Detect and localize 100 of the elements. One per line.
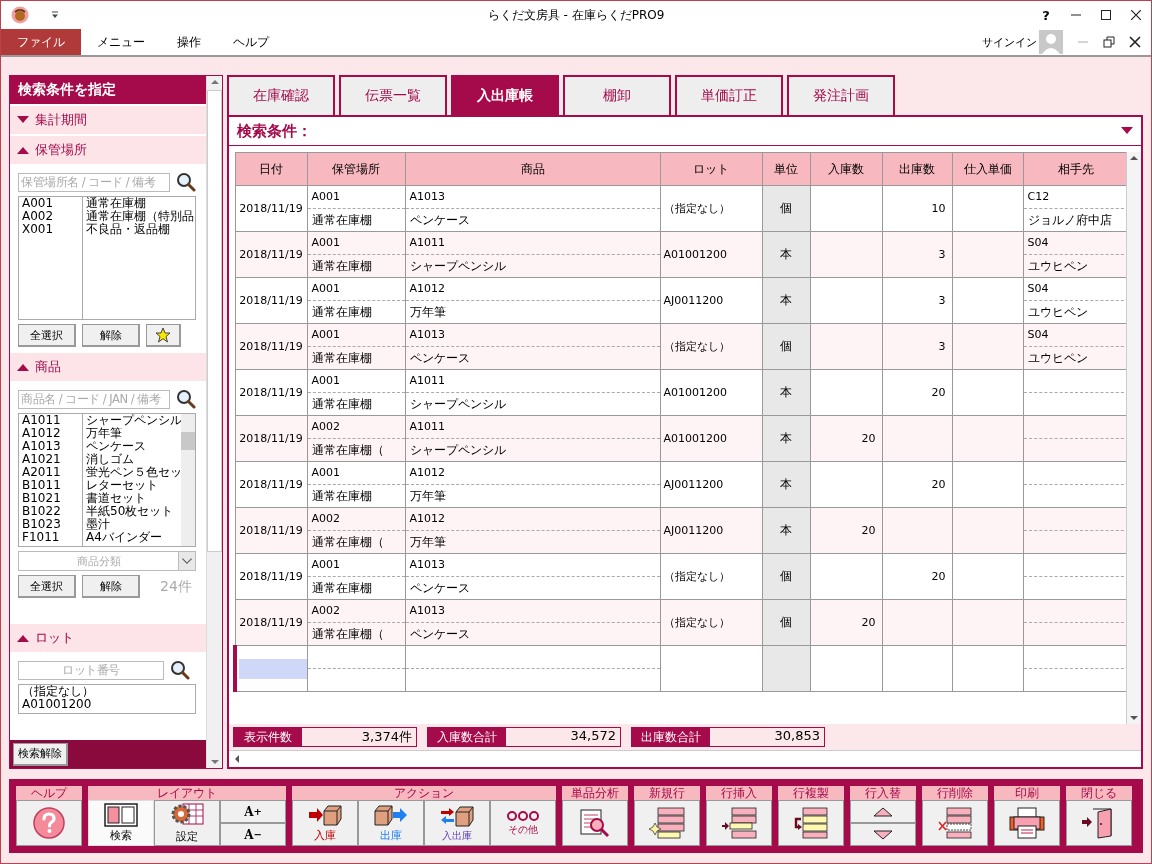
tab[interactable]: 棚卸	[563, 75, 671, 115]
lot-item[interactable]: A01001200	[22, 698, 195, 711]
toolbar-button[interactable]	[634, 800, 700, 846]
section-header[interactable]: 保管場所	[10, 136, 206, 164]
collapse-arrow-icon[interactable]	[17, 146, 29, 154]
table-row[interactable]: 2018/11/19 A001 通常在庫棚 A1011 シャープペンシル A01001200 本 3 S04 ユウヒペン	[235, 231, 1126, 278]
product-name[interactable]: 蛍光ペン５色セッ	[86, 466, 181, 479]
toolbar-button[interactable]: 入出庫	[424, 800, 490, 846]
list-button[interactable]: 全選択	[18, 324, 76, 347]
close-icon[interactable]	[1129, 36, 1141, 48]
product-code[interactable]: B1021	[22, 492, 82, 505]
product-code[interactable]: B1011	[22, 479, 82, 492]
lot-list[interactable]: （指定なし） A01001200	[18, 684, 196, 714]
move-up-button[interactable]	[850, 800, 916, 823]
toolbar-button[interactable]: 出庫	[358, 800, 424, 846]
menu-item[interactable]: メニュー	[81, 29, 161, 55]
column-header[interactable]: 出庫数	[882, 152, 952, 186]
move-down-button[interactable]	[850, 823, 916, 846]
table-row[interactable]: 2018/11/19 A002 通常在庫棚（ A1013 ペンケース （指定なし） 個 20	[235, 599, 1126, 646]
product-code[interactable]: A1013	[22, 440, 82, 453]
toolbar-button[interactable]	[922, 800, 988, 846]
list-button[interactable]: 解除	[82, 324, 140, 347]
column-header[interactable]: 保管場所	[307, 152, 405, 186]
list-button[interactable]: 全選択	[18, 575, 76, 598]
product-name[interactable]: 万年筆	[86, 427, 181, 440]
column-header[interactable]: 相手先	[1023, 152, 1126, 186]
product-name[interactable]: 半紙50枚セット	[86, 505, 181, 518]
table-row[interactable]: 2018/11/19 A002 通常在庫棚（ A1011 シャープペンシル A01001200 本 20	[235, 415, 1126, 462]
toolbar-button[interactable]	[1066, 800, 1132, 846]
product-code[interactable]: A1021	[22, 453, 82, 466]
tab[interactable]: 発注計画	[787, 75, 895, 115]
app-icon[interactable]	[11, 6, 29, 24]
menu-item[interactable]: ヘルプ	[217, 29, 285, 55]
toolbar-button[interactable]	[706, 800, 772, 846]
product-name[interactable]: ペンケース	[86, 440, 181, 453]
table-row[interactable]: 2018/11/19 A002 通常在庫棚（ A1012 万年筆 AJ0011200 本 20	[235, 507, 1126, 554]
table-row[interactable]: 2018/11/19 A001 通常在庫棚 A1011 シャープペンシル A01001200 本 20	[235, 369, 1126, 416]
toolbar-button[interactable]: 設定	[154, 800, 220, 846]
table-row[interactable]: 2018/11/19 A001 通常在庫棚 A1013 ペンケース （指定なし） 個 3 S04 ユウヒペン	[235, 323, 1126, 370]
location-name[interactable]: 通常在庫棚（特別品	[86, 210, 195, 223]
table-row[interactable]: 2018/11/19 A001 通常在庫棚 A1013 ペンケース （指定なし） 個 10 C12 ジョルノ府中店	[235, 185, 1126, 232]
search-field[interactable]: 商品名 / コード / JAN / 備考	[18, 389, 170, 409]
tab[interactable]: 単価訂正	[675, 75, 783, 115]
location-code[interactable]: A001	[22, 197, 82, 210]
list-scrollbar[interactable]	[181, 414, 195, 546]
collapse-arrow-icon[interactable]	[17, 363, 29, 371]
location-code[interactable]: X001	[22, 223, 82, 236]
list-button[interactable]: 解除	[82, 575, 140, 598]
location-code[interactable]: A002	[22, 210, 82, 223]
lot-item[interactable]: （指定なし）	[22, 685, 195, 698]
tab[interactable]: 伝票一覧	[339, 75, 447, 115]
toolbar-button[interactable]: 検索	[88, 800, 154, 846]
product-list[interactable]: A1011 A1012 A1013 A1021 A2011 B1011 B1021 B1022 B1023 F1011 シャープペンシル 万年筆 ペンケース 消しゴム 蛍光ペン５色セッ レターセット 書道セット 半紙50枚セット 墨汁 A4バインダー	[18, 413, 196, 547]
column-header[interactable]: 単位	[762, 152, 810, 186]
product-name[interactable]: 墨汁	[86, 518, 181, 531]
toolbar-button[interactable]: 入庫	[292, 800, 358, 846]
restore-icon[interactable]	[1103, 36, 1115, 48]
search-field[interactable]: 保管場所名 / コード / 備考	[18, 172, 170, 192]
product-name[interactable]: シャープペンシル	[86, 414, 181, 427]
menu-item[interactable]: 操作	[161, 29, 217, 55]
product-code[interactable]: A1012	[22, 427, 82, 440]
toolbar-button[interactable]: その他	[490, 800, 556, 846]
sign-in-link[interactable]: サインイン	[982, 34, 1037, 50]
toolbar-button[interactable]	[16, 800, 82, 846]
clear-search-button[interactable]: 検索解除	[13, 742, 68, 766]
location-name[interactable]: 通常在庫棚	[86, 197, 195, 210]
column-header[interactable]: 商品	[405, 152, 660, 186]
table-row[interactable]: 2018/11/19 A001 通常在庫棚 A1013 ペンケース （指定なし） 個 20	[235, 553, 1126, 600]
product-code[interactable]: A1011	[22, 414, 82, 427]
section-header[interactable]: 商品	[10, 353, 206, 381]
dropdown-arrow-icon[interactable]	[1121, 127, 1133, 135]
toolbar-button[interactable]	[778, 800, 844, 846]
product-name[interactable]: レターセット	[86, 479, 181, 492]
column-header[interactable]: 入庫数	[810, 152, 882, 186]
product-name[interactable]: 書道セット	[86, 492, 181, 505]
help-button[interactable]: ?	[1031, 2, 1061, 28]
quick-access-menu-icon[interactable]	[51, 11, 59, 19]
toolbar-button[interactable]	[994, 800, 1060, 846]
favorite-button[interactable]	[146, 324, 181, 347]
table-row[interactable]: 2018/11/19 A001 通常在庫棚 A1012 万年筆 AJ0011200 本 20	[235, 461, 1126, 508]
input-field[interactable]	[239, 658, 306, 679]
search-icon[interactable]	[176, 389, 196, 409]
tab[interactable]: 入出庫帳	[451, 75, 559, 115]
column-header[interactable]: ロット	[660, 152, 762, 186]
menu-item[interactable]: ファイル	[1, 29, 81, 55]
product-name[interactable]: 消しゴム	[86, 453, 181, 466]
section-header[interactable]: 集計期間	[10, 106, 206, 134]
tab[interactable]: 在庫確認	[227, 75, 335, 115]
search-condition-bar[interactable]: 検索条件：	[229, 117, 1141, 146]
search-field[interactable]: ロット番号	[18, 660, 164, 680]
search-icon[interactable]	[176, 172, 196, 192]
panel-scrollbar[interactable]	[206, 76, 222, 768]
column-header[interactable]: 仕入単価	[952, 152, 1023, 186]
section-header[interactable]: ロット	[10, 624, 206, 652]
search-icon[interactable]	[170, 660, 190, 680]
toolbar-button[interactable]	[562, 800, 628, 846]
location-list[interactable]: A001 A002 X001 通常在庫棚 通常在庫棚（特別品 不良品・返品棚	[18, 196, 196, 320]
collapse-arrow-icon[interactable]	[17, 634, 29, 642]
column-header[interactable]: 日付	[235, 152, 307, 186]
product-name[interactable]: A4バインダー	[86, 531, 181, 544]
